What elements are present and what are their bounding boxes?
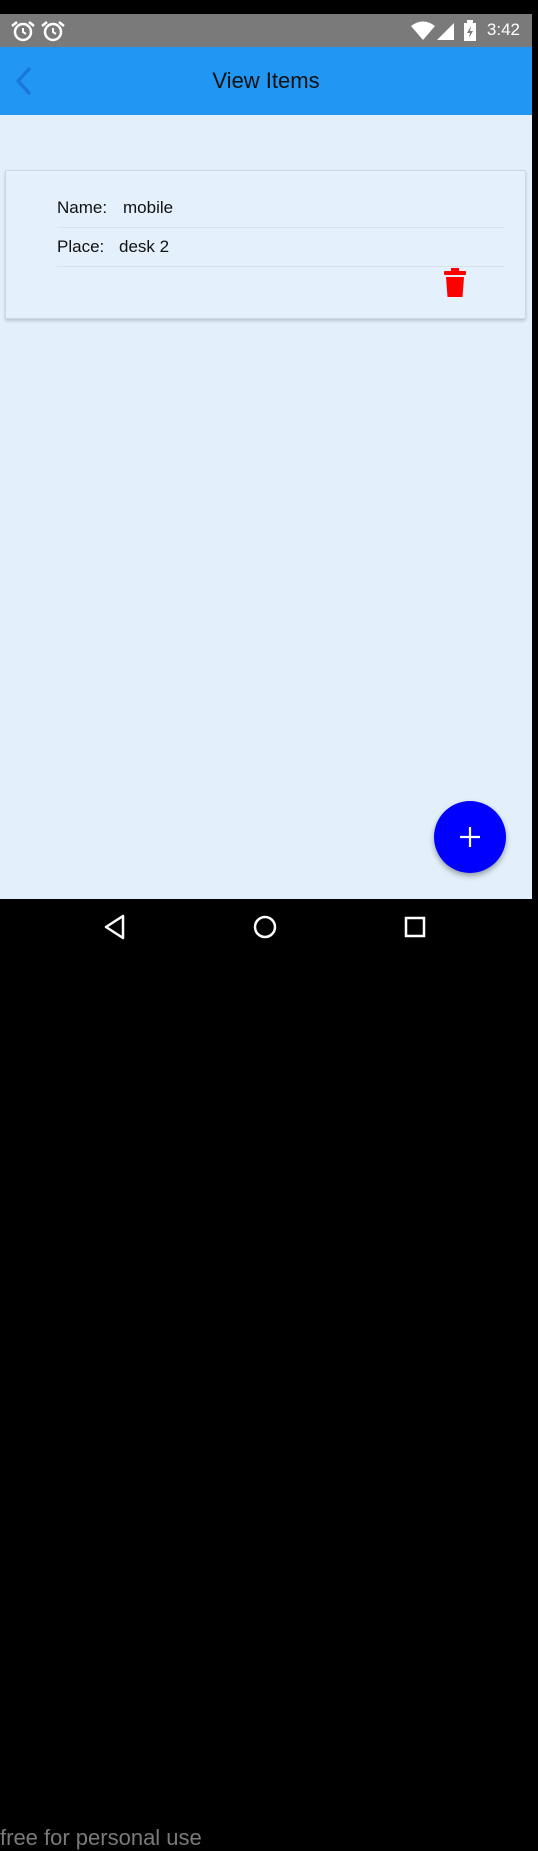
battery-icon [464, 20, 476, 41]
status-bar: 3:42 [0, 0, 532, 47]
watermark: free for personal use [0, 1825, 202, 1850]
status-time: 3:42 [486, 20, 520, 39]
name-label: Name: [57, 198, 108, 217]
status-bar-body: 3:42 [0, 14, 532, 47]
place-row: Place: desk 2 [57, 227, 505, 267]
app-screen: 3:42 View Items Name: mobile Place: desk… [0, 0, 532, 947]
page-title: View Items [212, 68, 320, 93]
trash-icon[interactable] [442, 268, 468, 298]
name-row: Name: mobile [57, 188, 505, 228]
app-bar: View Items [0, 47, 532, 115]
name-value: mobile [123, 198, 174, 217]
recents-square-icon[interactable] [397, 909, 433, 945]
item-card: Name: mobile Place: desk 2 [5, 170, 526, 319]
signal-icon [437, 23, 454, 40]
wifi-icon [411, 21, 435, 40]
home-circle-icon[interactable] [247, 909, 283, 945]
add-item-button[interactable] [434, 801, 506, 873]
alarm-icon [11, 21, 35, 42]
system-nav-bar: free for personal use [0, 899, 538, 1850]
plus-icon [460, 827, 480, 847]
place-label: Place: [57, 237, 105, 256]
alarm-icon [41, 21, 65, 42]
back-triangle-icon[interactable] [97, 909, 133, 945]
place-value: desk 2 [119, 237, 170, 256]
